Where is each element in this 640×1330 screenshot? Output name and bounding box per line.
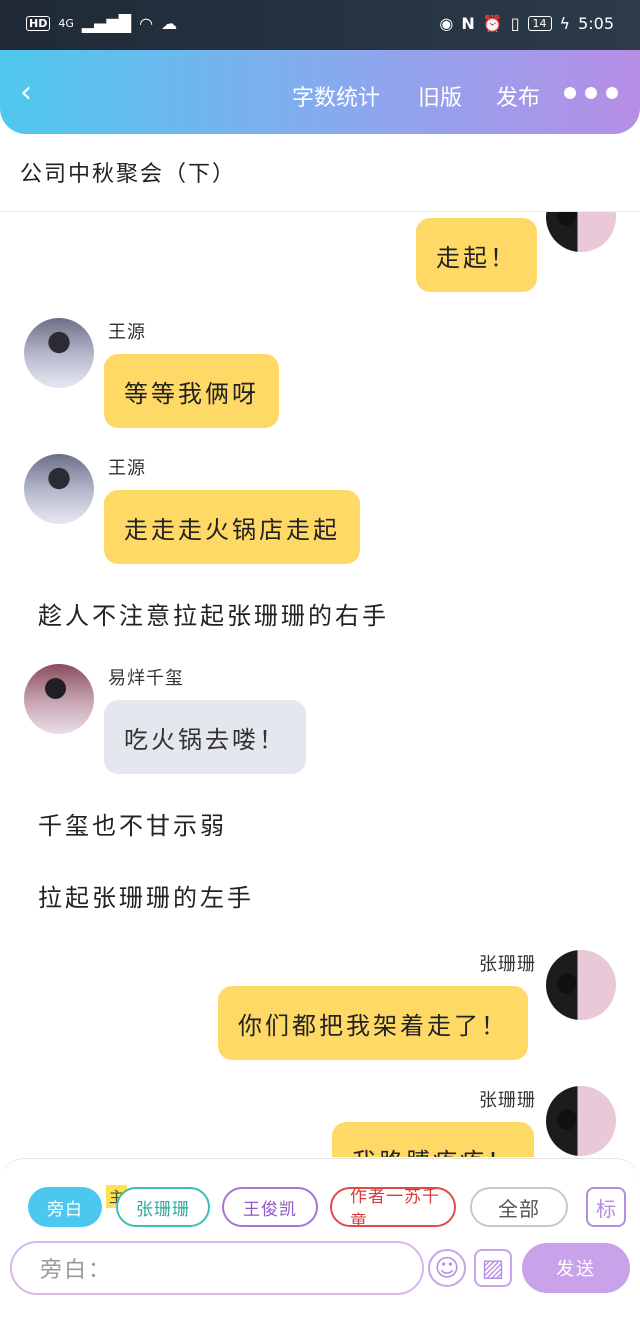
mark-button[interactable]: 标 bbox=[586, 1187, 626, 1227]
page-title: 公司中秋聚会（下） bbox=[20, 162, 237, 187]
hd-indicator: HD bbox=[26, 16, 51, 31]
role-chip-all[interactable]: 全部 bbox=[470, 1187, 568, 1227]
role-chip-narration[interactable]: 旁白 bbox=[28, 1187, 102, 1227]
battery-indicator: 14 bbox=[527, 16, 552, 31]
alarm-icon: ⏰ bbox=[482, 14, 503, 33]
role-chip-author[interactable]: 作者一苏千童 bbox=[330, 1187, 456, 1227]
old-version-button[interactable]: 旧版 bbox=[418, 80, 462, 112]
charging-icon: ϟ bbox=[559, 14, 571, 33]
network-indicator: 4G bbox=[58, 17, 74, 30]
status-bar: HD 4G ▂▄▆█ ◠ ☁ ◉ N ⏰ ▯ 14 ϟ 5:05 bbox=[0, 0, 640, 50]
nfc-icon: N bbox=[461, 14, 475, 33]
narration-text[interactable]: 拉起张珊珊的左手 bbox=[38, 878, 254, 913]
message-bubble[interactable]: 走起！ bbox=[416, 218, 537, 292]
more-dots-icon[interactable] bbox=[564, 87, 618, 99]
publish-button[interactable]: 发布 bbox=[496, 80, 540, 112]
input-panel: 旁白 主 张珊珊 王俊凯 作者一苏千童 全部 标 旁白： ☺ ▨ 发送 bbox=[0, 1158, 640, 1330]
avatar[interactable] bbox=[546, 212, 616, 252]
avatar[interactable] bbox=[24, 454, 94, 524]
cloud-icon: ☁ bbox=[161, 14, 178, 33]
sender-name: 张珊珊 bbox=[479, 954, 536, 975]
role-chip-zhang[interactable]: 张珊珊 bbox=[116, 1187, 210, 1227]
sender-name: 王源 bbox=[108, 322, 146, 343]
vibrate-icon: ▯ bbox=[510, 14, 520, 33]
message-bubble[interactable]: 我胳膊疼疼！ bbox=[332, 1122, 534, 1157]
sender-name: 张珊珊 bbox=[479, 1090, 536, 1111]
narration-text[interactable]: 趁人不注意拉起张珊珊的右手 bbox=[38, 596, 389, 631]
message-bubble[interactable]: 等等我俩呀 bbox=[104, 354, 279, 428]
message-input[interactable]: 旁白： bbox=[10, 1241, 424, 1295]
wifi-icon: ◠ bbox=[139, 14, 154, 33]
sender-name: 易烊千玺 bbox=[108, 668, 184, 689]
avatar[interactable] bbox=[24, 664, 94, 734]
send-button[interactable]: 发送 bbox=[522, 1243, 630, 1293]
avatar[interactable] bbox=[24, 318, 94, 388]
chevron-left-icon[interactable]: ‹ bbox=[20, 76, 50, 110]
message-bubble[interactable]: 走走走火锅店走起 bbox=[104, 490, 360, 564]
role-chip-wang[interactable]: 王俊凯 bbox=[222, 1187, 318, 1227]
narration-text[interactable]: 千玺也不甘示弱 bbox=[38, 806, 227, 841]
clock-time: 5:05 bbox=[578, 14, 614, 33]
sender-name: 王源 bbox=[108, 458, 146, 479]
emoji-icon[interactable]: ☺ bbox=[428, 1249, 466, 1287]
avatar[interactable] bbox=[546, 1086, 616, 1156]
signal-icon: ▂▄▆█ bbox=[81, 14, 132, 33]
word-count-button[interactable]: 字数统计 bbox=[292, 80, 380, 112]
top-header: ‹ 字数统计 旧版 发布 bbox=[0, 50, 640, 134]
chat-area[interactable]: 走起！ 王源 等等我俩呀 王源 走走走火锅店走起 趁人不注意拉起张珊珊的右手 易… bbox=[0, 212, 640, 1157]
image-icon[interactable]: ▨ bbox=[474, 1249, 512, 1287]
message-bubble[interactable]: 你们都把我架着走了！ bbox=[218, 986, 528, 1060]
eye-icon: ◉ bbox=[439, 14, 454, 33]
message-bubble[interactable]: 吃火锅去喽！ bbox=[104, 700, 306, 774]
avatar[interactable] bbox=[546, 950, 616, 1020]
